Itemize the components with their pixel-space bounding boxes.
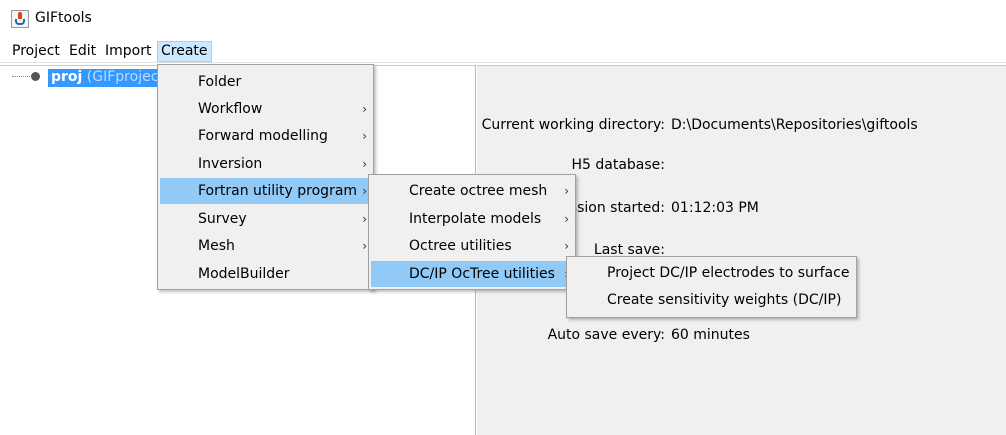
menu-item-label: Workflow [198,101,263,117]
menu-edit[interactable]: Edit [66,41,99,62]
autosave-label: Auto save every: [547,327,665,343]
menu-item-label: Folder [198,74,242,90]
cwd-label: Current working directory: [481,117,665,133]
tree-item-root[interactable]: proj (GIFproject) [48,69,160,87]
chevron-right-icon: › [362,129,367,143]
menu-create[interactable]: Create [157,41,212,62]
create-menu-popup: Folder Workflow › Forward modelling › Inve… [157,64,374,290]
menu-item-label: Fortran utility program [198,183,358,199]
menu-item-label: DC/IP OcTree utilities [409,266,555,282]
menu-item-workflow[interactable]: Workflow › [160,96,371,122]
dcip-octree-submenu: Project DC/IP electrodes to surface Crea… [566,256,857,318]
tree-node-icon[interactable] [31,72,40,81]
chevron-right-icon: › [362,212,367,226]
menu-item-label: Octree utilities [409,238,512,254]
title-bar: GIFtools [0,0,1006,40]
menu-item-label: Create octree mesh [409,183,548,199]
menu-item-folder[interactable]: Folder [160,69,371,95]
menu-item-label: Inversion [198,156,263,172]
tree-item-name: proj [51,69,83,85]
menu-item-dcip-octree-utilities[interactable]: DC/IP OcTree utilities› [371,261,573,287]
menu-item-label: Create sensitivity weights (DC/IP) [607,292,842,308]
cwd-value: D:\Documents\Repositories\giftools [671,117,918,133]
menu-item-inversion[interactable]: Inversion › [160,151,371,177]
menu-item-label: Project DC/IP electrodes to surface [607,265,850,281]
chevron-right-icon: › [564,212,569,226]
menu-import[interactable]: Import [102,41,154,62]
chevron-right-icon: › [362,102,367,116]
menu-bar: Project Edit Import Create [0,40,1006,63]
menu-item-modelbuilder[interactable]: ModelBuilder [160,261,371,287]
menu-item-create-octree-mesh[interactable]: Create octree mesh › [371,178,573,204]
menu-item-mesh[interactable]: Mesh › [160,233,371,259]
chevron-right-icon: › [362,157,367,171]
menu-item-label: Forward modelling [198,128,328,144]
menu-item-label: Interpolate models [409,211,542,227]
menu-item-create-sensitivity-weights[interactable]: Create sensitivity weights (DC/IP) [569,287,854,313]
fortran-utility-submenu: Create octree mesh › Interpolate models › … [368,174,576,290]
autosave-value: 60 minutes [671,327,750,343]
chevron-right-icon: › [564,184,569,198]
menu-item-label: Mesh [198,238,235,254]
tree-connector [12,76,30,77]
menu-item-label: ModelBuilder [198,266,290,282]
menu-item-forward-modelling[interactable]: Forward modelling › [160,123,371,149]
menu-item-interpolate-models[interactable]: Interpolate models › [371,206,573,232]
menu-item-project-dcip-electrodes[interactable]: Project DC/IP electrodes to surface [569,260,854,286]
window-title: GIFtools [35,10,92,26]
tree-item-type: (GIFproject) [86,69,160,85]
h5-label: H5 database: [571,157,665,173]
menu-item-label: Survey [198,211,247,227]
chevron-right-icon: › [362,184,367,198]
menu-project[interactable]: Project [9,41,63,62]
chevron-right-icon: › [362,239,367,253]
session-value: 01:12:03 PM [671,200,759,216]
java-cup-icon [11,10,29,28]
menu-item-octree-utilities[interactable]: Octree utilities › [371,233,573,259]
menu-item-fortran-utility-program[interactable]: Fortran utility program › [160,178,371,204]
menu-item-survey[interactable]: Survey › [160,206,371,232]
